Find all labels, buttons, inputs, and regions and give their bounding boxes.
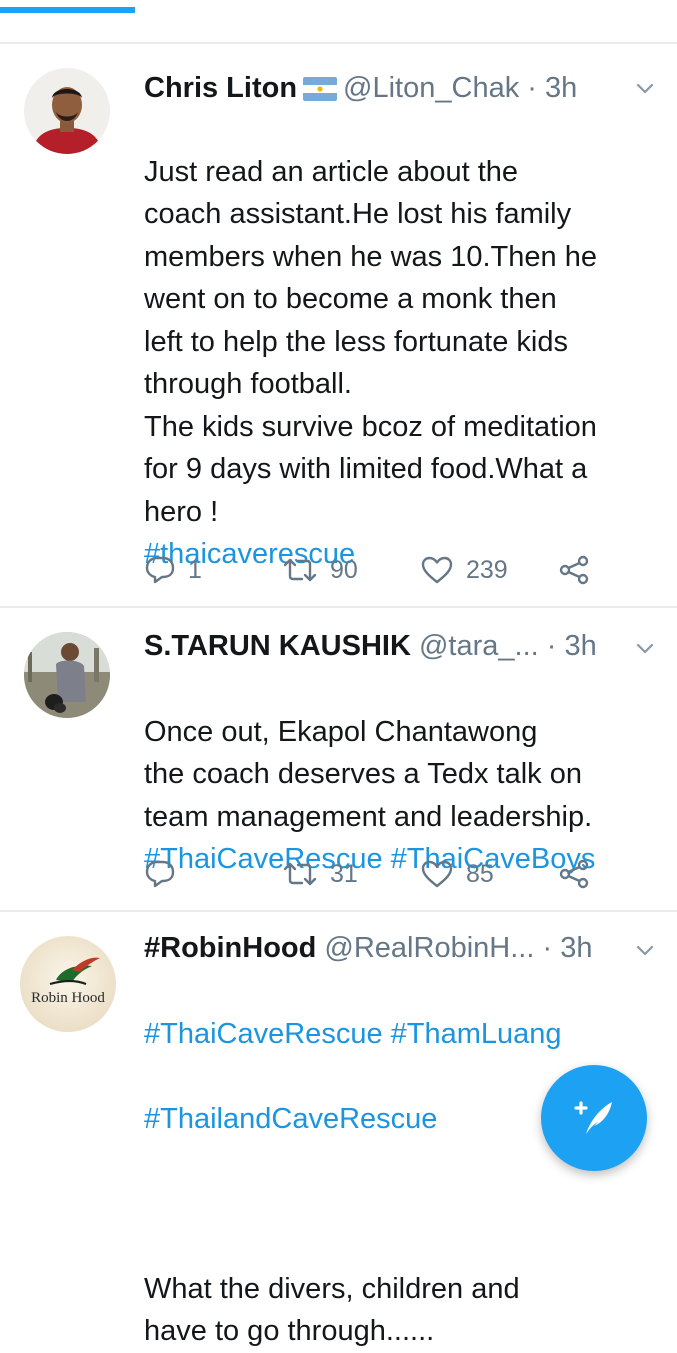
chevron-down-icon[interactable] bbox=[634, 939, 656, 961]
share-icon bbox=[558, 859, 590, 889]
author-name[interactable]: S.TARUN KAUSHIK bbox=[144, 630, 411, 662]
avatar-logo-text: Robin Hood bbox=[31, 990, 105, 1006]
author-handle[interactable]: @RealRobinH... bbox=[324, 932, 534, 964]
tweet-header: S.TARUN KAUSHIK @tara_... · 3h bbox=[144, 626, 597, 666]
share-button[interactable] bbox=[558, 550, 590, 590]
author-handle[interactable]: @tara_... bbox=[419, 630, 539, 662]
author-name[interactable]: #RobinHood bbox=[144, 932, 316, 964]
author-handle[interactable]: @Liton_Chak bbox=[343, 72, 519, 104]
tweet-text-body: What the divers, children and have to go… bbox=[144, 1272, 520, 1348]
tweet-text: Just read an article about the coach ass… bbox=[144, 108, 669, 618]
retweet-button[interactable]: 31 bbox=[282, 854, 358, 894]
timestamp: 3h bbox=[560, 932, 593, 964]
retweet-icon bbox=[282, 556, 318, 584]
tweet[interactable]: Chris Liton @Liton_Chak · 3h Just read an… bbox=[0, 44, 677, 606]
avatar[interactable] bbox=[24, 68, 110, 154]
like-count: 85 bbox=[466, 859, 494, 888]
separator-dot: · bbox=[527, 72, 537, 104]
retweet-button[interactable]: 90 bbox=[282, 550, 358, 590]
tweet-actions: 1 90 239 bbox=[0, 550, 677, 590]
avatar[interactable] bbox=[24, 632, 110, 718]
tweet-text-body: Just read an article about the coach ass… bbox=[144, 155, 597, 528]
separator-dot: · bbox=[542, 932, 553, 964]
reply-count: 1 bbox=[188, 555, 202, 584]
timestamp: 3h bbox=[545, 72, 578, 104]
argentina-flag-icon bbox=[303, 72, 338, 112]
reply-icon bbox=[144, 555, 176, 585]
compose-tweet-icon bbox=[574, 1101, 612, 1134]
share-button[interactable] bbox=[558, 854, 590, 894]
like-count: 239 bbox=[466, 555, 508, 584]
reply-icon bbox=[144, 859, 176, 889]
reply-button[interactable]: 1 bbox=[144, 550, 202, 590]
retweet-icon bbox=[282, 860, 318, 888]
separator-dot: · bbox=[546, 630, 557, 662]
timestamp: 3h bbox=[564, 630, 597, 662]
tweet[interactable]: S.TARUN KAUSHIK @tara_... · 3h Once out,… bbox=[0, 608, 677, 908]
author-name[interactable]: Chris Liton bbox=[144, 72, 297, 104]
tweet-header: #RobinHood @RealRobinH... · 3h bbox=[144, 928, 592, 968]
heart-icon bbox=[420, 859, 454, 889]
share-icon bbox=[558, 555, 590, 585]
tweet-text-body: Once out, Ekapol Chantawong the coach de… bbox=[144, 715, 593, 833]
compose-tweet-button[interactable] bbox=[541, 1065, 647, 1171]
reply-button[interactable] bbox=[144, 854, 188, 894]
hashtag-link[interactable]: #ThaiCaveRescue #ThamLuang bbox=[144, 1013, 669, 1056]
heart-icon bbox=[420, 555, 454, 585]
avatar[interactable]: Robin Hood bbox=[20, 936, 116, 1032]
tweet-actions: 31 85 bbox=[0, 854, 677, 894]
chevron-down-icon[interactable] bbox=[634, 77, 656, 99]
like-button[interactable]: 239 bbox=[420, 550, 508, 590]
chevron-down-icon[interactable] bbox=[634, 637, 656, 659]
like-button[interactable]: 85 bbox=[420, 854, 494, 894]
retweet-count: 90 bbox=[330, 555, 358, 584]
retweet-count: 31 bbox=[330, 859, 358, 888]
active-tab-indicator bbox=[0, 7, 135, 13]
tweet-header: Chris Liton @Liton_Chak · 3h bbox=[144, 68, 577, 108]
